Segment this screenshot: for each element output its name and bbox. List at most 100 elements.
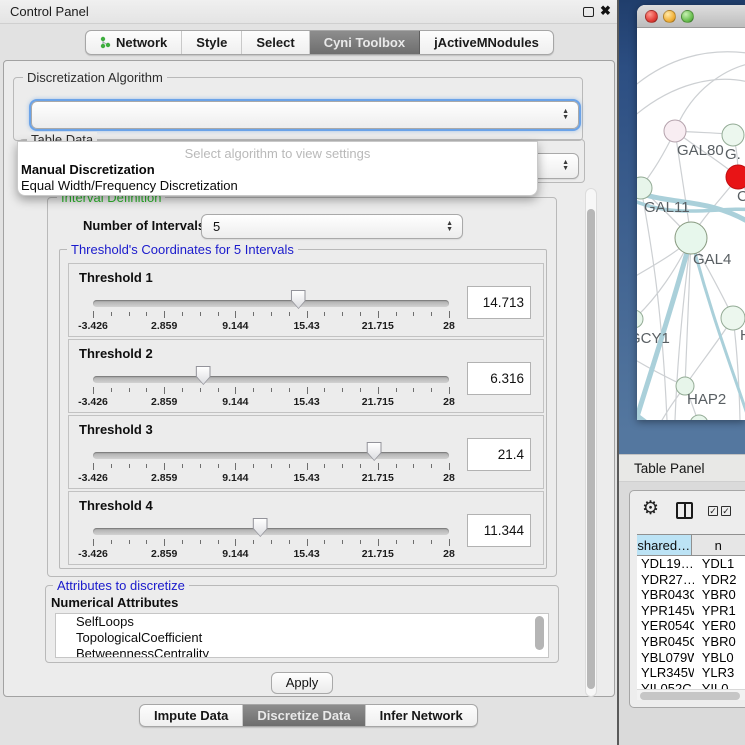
attributes-group-title: Attributes to discretize	[53, 578, 189, 593]
control-panel-titlebar: Control Panel ✖	[0, 0, 620, 24]
table-panel-title: Table Panel	[634, 461, 705, 476]
table-panel-titlebar: Table Panel	[619, 454, 745, 482]
zoom-traffic-light-icon[interactable]	[681, 10, 694, 23]
gear-icon[interactable]: ⚙	[642, 497, 659, 520]
numerical-attributes-list[interactable]: SelfLoopsTopologicalCoefficientBetweenne…	[55, 613, 549, 658]
slider-ticks	[93, 539, 449, 547]
network-node-label: GAL11	[644, 199, 690, 216]
network-canvas[interactable]: GAL80G.CGAL11GAL4GCY1HHAP2	[637, 28, 745, 420]
network-node[interactable]	[722, 124, 744, 146]
network-node-label: C	[737, 188, 745, 205]
slider-tick-labels: -3.4262.8599.14415.4321.71528	[93, 396, 449, 408]
control-panel-title: Control Panel	[10, 4, 89, 19]
table-row[interactable]: YER054CYER0	[637, 618, 745, 634]
table-row[interactable]: YDL19…YDL1	[637, 556, 745, 572]
table-row[interactable]: YBL079WYBL0	[637, 650, 745, 666]
minimize-traffic-light-icon[interactable]	[663, 10, 676, 23]
table-row[interactable]: YDR27…YDR2	[637, 572, 745, 588]
cyni-toolbox-panel: Discretization Algorithm ▲▼ Select algor…	[3, 60, 615, 697]
list-scrollbar-thumb[interactable]	[535, 616, 544, 650]
number-of-intervals-label: Number of Intervals	[83, 218, 205, 233]
table-rows: YDL19…YDL1YDR27…YDR2YBR043CYBR0YPR145WYP…	[637, 556, 745, 689]
checkbox-checked-icon[interactable]: ✓	[721, 506, 731, 516]
checkbox-checked-icon[interactable]: ✓	[708, 506, 718, 516]
table-row[interactable]: YBR043CYBR0	[637, 587, 745, 603]
slider-ticks	[93, 387, 449, 395]
combo-arrows-icon: ▲▼	[562, 109, 569, 121]
top-tab-bar: Network Style Select Cyni Toolbox jActiv…	[85, 30, 554, 55]
algorithm-option-equal-width[interactable]: Equal Width/Frequency Discretization	[21, 178, 238, 193]
combo-arrows-icon: ▲▼	[562, 160, 569, 172]
network-window: GAL80G.CGAL11GAL4GCY1HHAP2	[637, 5, 745, 420]
tab-impute-data[interactable]: Impute Data	[140, 705, 243, 726]
network-view-frame: GAL80G.CGAL11GAL4GCY1HHAP2	[619, 0, 745, 454]
apply-button[interactable]: Apply	[271, 672, 333, 694]
table-panel: ⚙ ✓ ✓ shared… n YDL19…YDL1YDR27…YDR2YBR0…	[629, 490, 745, 708]
attribute-item[interactable]: SelfLoops	[56, 614, 548, 630]
algorithm-combobox[interactable]: ▲▼	[31, 101, 579, 129]
threshold-4-row: Threshold 4 -3.4262.8599.14415.4321.7152…	[68, 491, 544, 565]
tab-network-label: Network	[116, 35, 167, 50]
float-window-icon[interactable]	[583, 7, 594, 17]
network-node-label: GAL4	[693, 251, 731, 268]
threshold-slider-track[interactable]	[93, 376, 449, 383]
slider-ticks	[93, 463, 449, 471]
table-row[interactable]: YPR145WYPR1	[637, 603, 745, 619]
network-node-label: HAP2	[687, 391, 726, 408]
numerical-attributes-label: Numerical Attributes	[51, 595, 178, 610]
tab-jactivemnodules[interactable]: jActiveMNodules	[420, 31, 553, 54]
network-node[interactable]	[675, 222, 707, 254]
threshold-1-row: Threshold 1 -3.4262.8599.14415.4321.7152…	[68, 263, 544, 337]
slider-tick-labels: -3.4262.8599.14415.4321.71528	[93, 320, 449, 332]
tab-network[interactable]: Network	[86, 31, 182, 54]
tab-style[interactable]: Style	[182, 31, 242, 54]
table-row[interactable]: YLR345WYLR3	[637, 665, 745, 681]
threshold-slider-track[interactable]	[93, 452, 449, 459]
network-node[interactable]	[637, 310, 643, 328]
threshold-slider-track[interactable]	[93, 528, 449, 535]
column-header-name[interactable]: n	[692, 535, 745, 555]
threshold-value-input[interactable]	[467, 514, 531, 547]
bottom-tab-bar: Impute Data Discretize Data Infer Networ…	[139, 704, 478, 727]
split-columns-icon[interactable]	[676, 502, 693, 519]
tab-select[interactable]: Select	[242, 31, 309, 54]
scrollbar-thumb[interactable]	[640, 692, 740, 700]
threshold-2-row: Threshold 2 -3.4262.8599.14415.4321.7152…	[68, 339, 544, 413]
table-horizontal-scrollbar[interactable]	[637, 689, 745, 700]
slider-tick-labels: -3.4262.8599.14415.4321.71528	[93, 472, 449, 484]
slider-tick-labels: -3.4262.8599.14415.4321.71528	[93, 548, 449, 560]
table-row[interactable]: YBR045CYBR0	[637, 634, 745, 650]
attribute-item[interactable]: BetweennessCentrality	[56, 646, 548, 658]
table-header: shared… n	[637, 534, 745, 556]
network-node[interactable]	[726, 165, 745, 189]
number-of-intervals-combobox[interactable]: 5 ▲▼	[201, 214, 463, 239]
tab-discretize-data[interactable]: Discretize Data	[243, 705, 365, 726]
algorithm-hint-option: Select algorithm to view settings	[18, 146, 537, 161]
network-window-titlebar[interactable]	[637, 5, 745, 28]
threshold-slider-track[interactable]	[93, 300, 449, 307]
thresholds-group-title: Threshold's Coordinates for 5 Intervals	[67, 242, 298, 257]
close-traffic-light-icon[interactable]	[645, 10, 658, 23]
table-row[interactable]: YIL052CYIL0	[637, 681, 745, 689]
combo-arrows-icon: ▲▼	[446, 221, 453, 233]
panel-vertical-scrollbar[interactable]	[585, 188, 597, 697]
tab-cyni-toolbox[interactable]: Cyni Toolbox	[310, 31, 420, 54]
threshold-value-input[interactable]	[467, 438, 531, 471]
threshold-value-input[interactable]	[467, 362, 531, 395]
threshold-3-row: Threshold 3 -3.4262.8599.14415.4321.7152…	[68, 415, 544, 489]
threshold-value-input[interactable]	[467, 286, 531, 319]
algorithm-dropdown-popup: Select algorithm to view settings Manual…	[17, 141, 538, 196]
slider-ticks	[93, 311, 449, 319]
tab-infer-network[interactable]: Infer Network	[366, 705, 477, 726]
column-header-shared-name[interactable]: shared…	[637, 535, 692, 555]
close-icon[interactable]: ✖	[600, 3, 611, 19]
screen: Control Panel ✖ Network Style Select Cyn…	[0, 0, 745, 745]
attribute-item[interactable]: TopologicalCoefficient	[56, 630, 548, 646]
discretization-algorithm-title: Discretization Algorithm	[23, 70, 167, 85]
network-node-label: GAL80	[677, 142, 724, 159]
scrollbar-thumb[interactable]	[587, 209, 595, 689]
network-node-label: GCY1	[637, 330, 670, 347]
network-node[interactable]	[664, 120, 686, 142]
algorithm-option-manual[interactable]: Manual Discretization	[21, 162, 155, 177]
network-node[interactable]	[690, 415, 708, 420]
